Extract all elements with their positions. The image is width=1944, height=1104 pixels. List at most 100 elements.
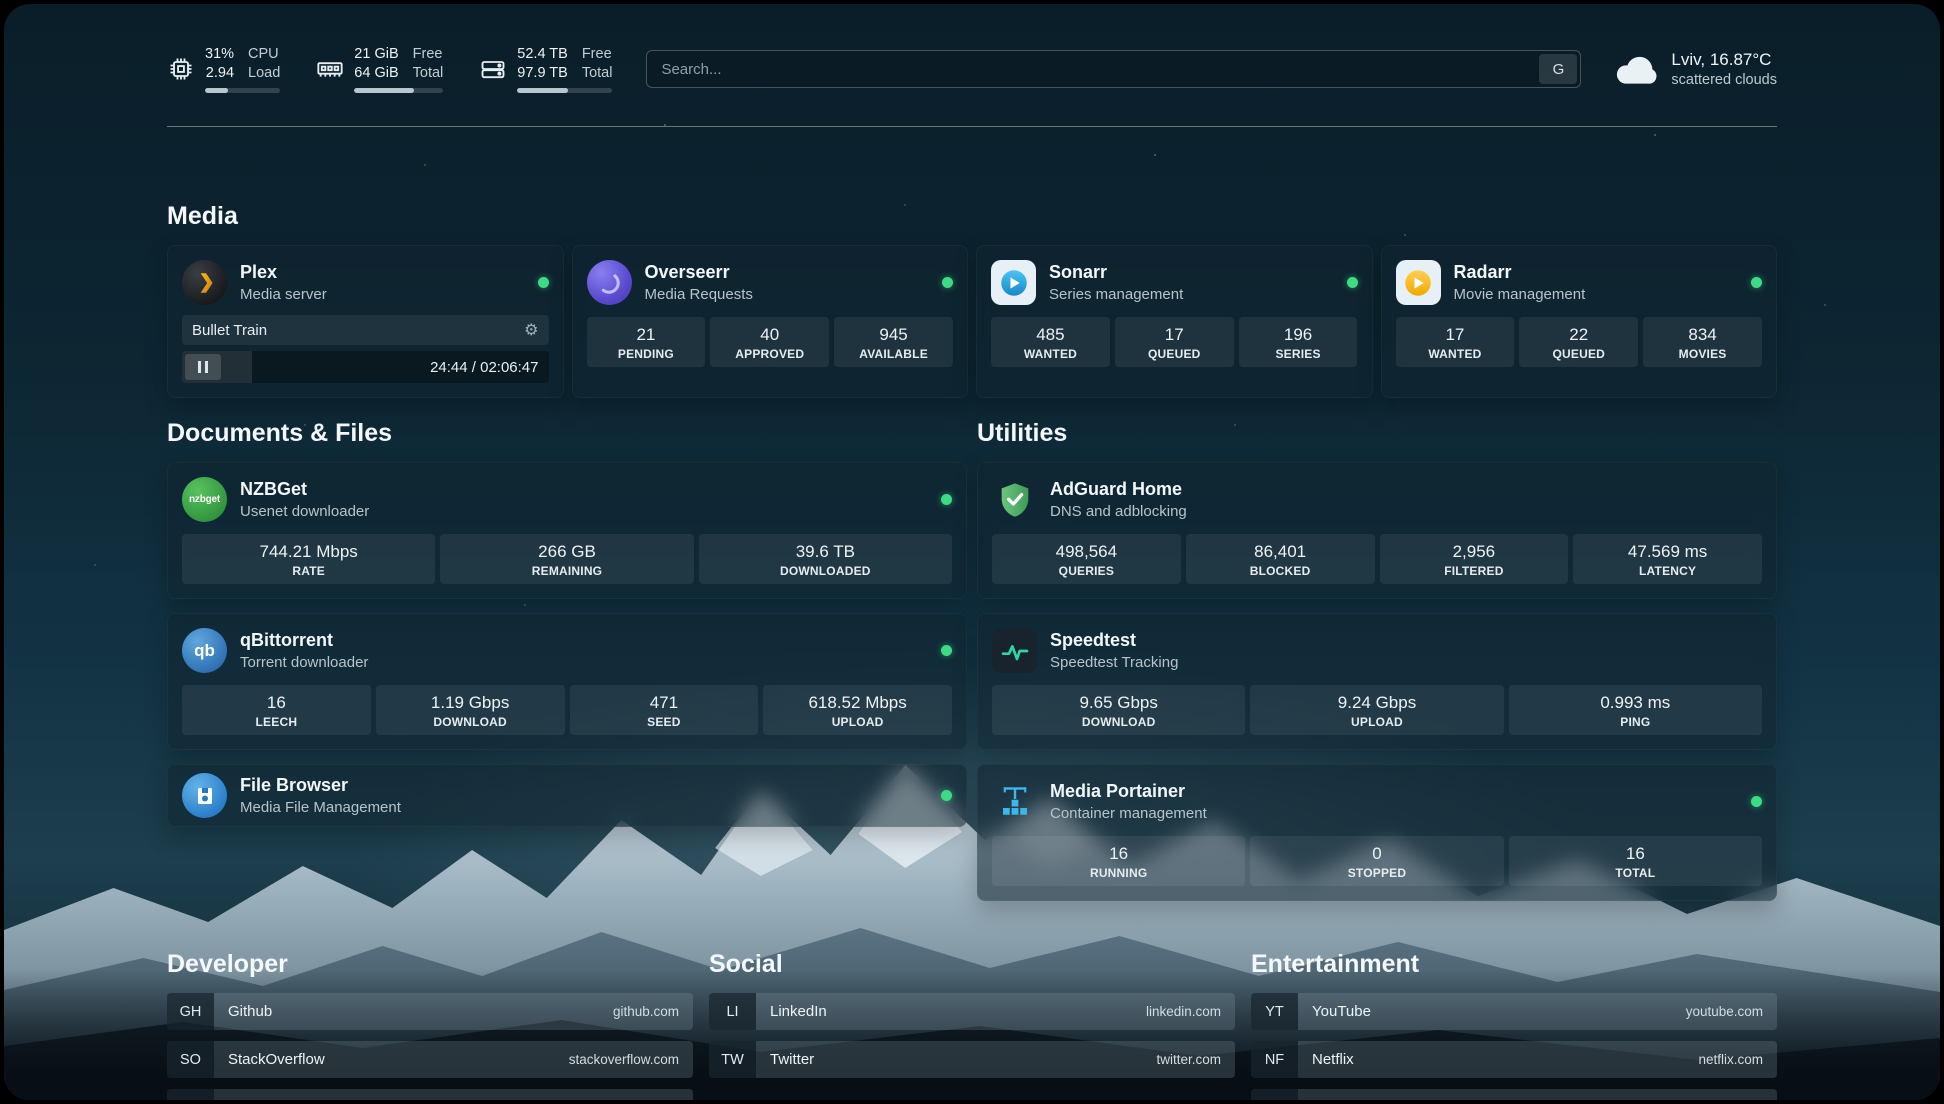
- header-divider: [167, 126, 1777, 127]
- bookmark-abbr: NF: [1251, 1041, 1298, 1078]
- bookmark-name: Reddit: [1298, 1099, 1355, 1100]
- stat-label: DOWNLOAD: [380, 715, 561, 729]
- bookmark-abbr: SO: [167, 1041, 214, 1078]
- disk-free-label: Free: [582, 45, 613, 64]
- status-dot: [941, 645, 952, 656]
- bookmark-netflix[interactable]: NF Netflix netflix.com: [1251, 1041, 1777, 1078]
- service-name: Plex: [240, 261, 327, 284]
- service-card-radarr[interactable]: Radarr Movie management 17 WANTED 22 QUE…: [1381, 245, 1778, 398]
- stat-value: 40: [714, 324, 825, 345]
- bookmarks-grid: Developer GH Github github.com SO StackO…: [167, 949, 1777, 1100]
- stat-value: 471: [574, 692, 755, 713]
- stat-box: 9.24 Gbps UPLOAD: [1250, 685, 1503, 735]
- bookmark-abbr: RE: [1251, 1089, 1298, 1100]
- pause-button[interactable]: [185, 354, 221, 380]
- service-card-speedtest[interactable]: Speedtest Speedtest Tracking 9.65 Gbps D…: [977, 613, 1777, 750]
- stat-value: 16: [186, 692, 367, 713]
- search-engine-button[interactable]: G: [1539, 54, 1577, 84]
- memory-icon: [316, 55, 344, 83]
- weather-condition: scattered clouds: [1671, 71, 1777, 90]
- stat-value: 485: [995, 324, 1106, 345]
- stat-label: STOPPED: [1254, 866, 1499, 880]
- service-description: Media server: [240, 285, 327, 304]
- search-input[interactable]: [647, 61, 1536, 78]
- stat-box: 744.21 Mbps RATE: [182, 534, 435, 584]
- service-card-qbittorrent[interactable]: qb qBittorrent Torrent downloader 16 LEE…: [167, 613, 967, 750]
- stat-label: AVAILABLE: [838, 347, 949, 361]
- service-description: Container management: [1050, 804, 1207, 823]
- bookmark-dev[interactable]: DT DEV dev.to: [167, 1089, 693, 1100]
- section-title-entertainment: Entertainment: [1251, 949, 1777, 979]
- search-bar[interactable]: G: [646, 50, 1581, 88]
- bookmark-twitter[interactable]: TW Twitter twitter.com: [709, 1041, 1235, 1078]
- bookmark-url: stackoverflow.com: [569, 1052, 693, 1067]
- gear-icon[interactable]: ⚙: [524, 320, 538, 340]
- stat-value: 834: [1647, 324, 1758, 345]
- bookmark-reddit[interactable]: RE Reddit reddit.com: [1251, 1089, 1777, 1100]
- plex-now-playing: Bullet Train ⚙: [182, 315, 549, 345]
- stat-box: 86,401 BLOCKED: [1186, 534, 1375, 584]
- stat-value: 0: [1254, 843, 1499, 864]
- plex-player-bar[interactable]: 24:44 / 02:06:47: [182, 351, 549, 383]
- bookmark-url: linkedin.com: [1146, 1004, 1235, 1019]
- bookmark-name: Netflix: [1298, 1051, 1354, 1068]
- stat-label: WANTED: [995, 347, 1106, 361]
- disk-progress-bar: [517, 88, 612, 93]
- stat-box: 945 AVAILABLE: [834, 317, 953, 367]
- bookmark-youtube[interactable]: YT YouTube youtube.com: [1251, 993, 1777, 1030]
- utilities-column: Utilities AdGuard: [977, 418, 1777, 915]
- stat-box: 16 RUNNING: [992, 836, 1245, 886]
- portainer-icon: [992, 779, 1037, 824]
- now-playing-title: Bullet Train: [192, 322, 267, 339]
- service-description: Media Requests: [645, 285, 753, 304]
- stat-label: RUNNING: [996, 866, 1241, 880]
- stat-label: PENDING: [591, 347, 702, 361]
- service-card-overseerr[interactable]: Overseerr Media Requests 21 PENDING 40 A…: [572, 245, 969, 398]
- stat-box: 471 SEED: [570, 685, 759, 735]
- bookmark-name: Github: [214, 1003, 272, 1020]
- filebrowser-icon: [182, 773, 227, 818]
- service-card-portainer[interactable]: Media Portainer Container management 16 …: [977, 764, 1777, 901]
- bookmark-stackoverflow[interactable]: SO StackOverflow stackoverflow.com: [167, 1041, 693, 1078]
- memory-free: 21 GiB: [354, 45, 398, 64]
- stat-value: 9.65 Gbps: [996, 692, 1241, 713]
- cpu-percent: 31%: [205, 45, 234, 64]
- bookmark-abbr: GH: [167, 993, 214, 1030]
- bookmark-github[interactable]: GH Github github.com: [167, 993, 693, 1030]
- stat-box: 40 APPROVED: [710, 317, 829, 367]
- service-name: Sonarr: [1049, 261, 1183, 284]
- memory-progress-bar: [354, 88, 443, 93]
- service-card-adguard[interactable]: AdGuard Home DNS and adblocking 498,564 …: [977, 462, 1777, 599]
- stat-value: 2,956: [1384, 541, 1565, 562]
- stat-label: BLOCKED: [1190, 564, 1371, 578]
- stat-box: 196 SERIES: [1239, 317, 1358, 367]
- stat-label: SERIES: [1243, 347, 1354, 361]
- disk-total: 97.9 TB: [517, 64, 568, 83]
- stat-box: 0 STOPPED: [1250, 836, 1503, 886]
- qbittorrent-icon: qb: [182, 628, 227, 673]
- service-card-plex[interactable]: Plex Media server Bullet Train ⚙ 24:44 /…: [167, 245, 564, 398]
- bookmark-name: YouTube: [1298, 1003, 1371, 1020]
- stat-box: 16 TOTAL: [1509, 836, 1762, 886]
- stat-box: 39.6 TB DOWNLOADED: [699, 534, 952, 584]
- service-description: Series management: [1049, 285, 1183, 304]
- bookmark-name: DEV: [214, 1099, 259, 1100]
- bookmark-abbr: DT: [167, 1089, 214, 1100]
- service-description: DNS and adblocking: [1050, 502, 1187, 521]
- service-card-nzbget[interactable]: nzbget NZBGet Usenet downloader 744.21 M…: [167, 462, 967, 599]
- service-card-sonarr[interactable]: Sonarr Series management 485 WANTED 17 Q…: [976, 245, 1373, 398]
- stat-box: 485 WANTED: [991, 317, 1110, 367]
- stat-value: 945: [838, 324, 949, 345]
- status-dot: [942, 277, 953, 288]
- service-name: qBittorrent: [240, 629, 368, 652]
- service-card-filebrowser[interactable]: File Browser Media File Management: [167, 764, 967, 827]
- stat-box: 1.19 Gbps DOWNLOAD: [376, 685, 565, 735]
- bookmark-linkedin[interactable]: LI LinkedIn linkedin.com: [709, 993, 1235, 1030]
- stat-value: 47.569 ms: [1577, 541, 1758, 562]
- service-description: Speedtest Tracking: [1050, 653, 1178, 672]
- stat-label: QUERIES: [996, 564, 1177, 578]
- media-card-grid: Plex Media server Bullet Train ⚙ 24:44 /…: [167, 245, 1777, 398]
- cpu-load: 2.94: [205, 64, 234, 83]
- dashboard-root: 31% 2.94 CPU Load: [4, 4, 1940, 1100]
- radarr-icon: [1396, 260, 1441, 305]
